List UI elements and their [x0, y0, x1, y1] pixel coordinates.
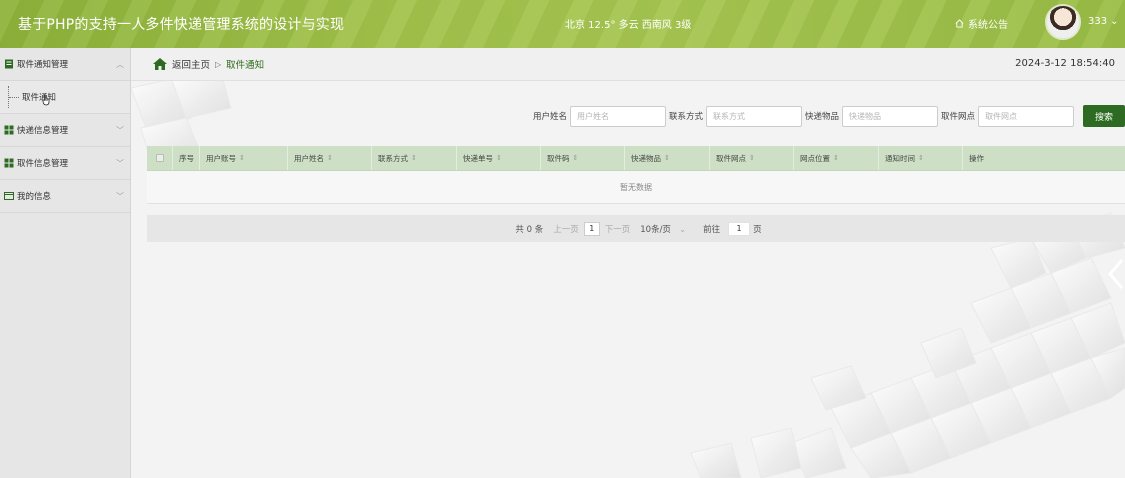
pagination: 共 0 条 上一页 1 下一页 10条/页 ⌄ 前往 1 页 — [147, 215, 1125, 242]
breadcrumb-current: 取件通知 — [226, 60, 265, 71]
sidebar: 取件通知管理 ︿ 取件通知 快递信息管理 ﹀ 取件信息管理 ﹀ 我的信息 ﹀ — [0, 48, 131, 478]
column-header-label: 通知时间 — [885, 153, 915, 163]
sort-icon[interactable]: ⇕ — [496, 154, 502, 162]
chevron-down-icon: ⌄ — [1110, 16, 1119, 27]
contact-label: 联系方式 — [669, 112, 704, 122]
sort-icon[interactable]: ⇕ — [573, 154, 579, 162]
pickup-point-input[interactable]: 取件网点 — [978, 105, 1075, 127]
weather-info: 北京 12.5° 多云 西南风 3级 — [565, 20, 692, 31]
sidebar-item-express-info-mgmt[interactable]: 快递信息管理 ﹀ — [0, 114, 130, 147]
avatar[interactable] — [1045, 4, 1081, 40]
column-header[interactable]: 取件网点 ⇕ — [710, 146, 794, 170]
sort-icon[interactable]: ⇕ — [918, 154, 924, 162]
document-icon — [5, 59, 13, 69]
column-header-label: 序号 — [179, 153, 194, 163]
home-notice-icon — [955, 19, 964, 28]
grid-icon — [4, 158, 14, 168]
system-notice-link[interactable]: 系统公告 — [955, 16, 1008, 31]
column-header: 序号 — [173, 146, 200, 170]
sort-icon[interactable]: ⇕ — [664, 154, 670, 162]
sort-icon[interactable]: ⇕ — [833, 154, 839, 162]
chevron-down-icon: ⌄ — [678, 224, 687, 235]
notice-label: 系统公告 — [968, 20, 1008, 31]
sort-icon[interactable]: ⇕ — [411, 154, 417, 162]
column-header[interactable]: 用户姓名 ⇕ — [288, 146, 372, 170]
chevron-down-icon: ﹀ — [116, 125, 124, 135]
hand-cursor-icon — [42, 95, 50, 106]
app-title: 基于PHP的支持一人多件快递管理系统的设计与实现 — [18, 17, 345, 33]
home-icon[interactable] — [153, 58, 167, 70]
sidebar-item-pickup-info-mgmt[interactable]: 取件信息管理 ﹀ — [0, 147, 130, 180]
item-input[interactable]: 快递物品 — [842, 105, 939, 127]
pickup-point-label: 取件网点 — [941, 112, 976, 122]
total-count: 共 0 条 — [515, 224, 544, 235]
column-header: 操作 — [963, 146, 1125, 170]
top-header: 基于PHP的支持一人多件快递管理系统的设计与实现 北京 12.5° 多云 西南风… — [0, 0, 1125, 48]
clock: 2024-3-12 18:54:40 — [1015, 58, 1115, 69]
user-name: 333 — [1088, 16, 1108, 27]
sidebar-subitem-pickup-notice[interactable]: 取件通知 — [0, 81, 130, 114]
column-header-label: 网点位置 — [800, 153, 830, 163]
chevron-left-icon[interactable] — [1106, 258, 1125, 290]
column-header-label: 取件网点 — [716, 153, 746, 163]
empty-state: 暂无数据 — [147, 171, 1125, 204]
search-form: 用户姓名 用户姓名 联系方式 联系方式 快递物品 快递物品 取件网点 取件网点 — [533, 105, 1077, 127]
contact-input[interactable]: 联系方式 — [706, 105, 803, 127]
column-header-label: 快递单号 — [463, 153, 493, 163]
column-header-label: 操作 — [969, 153, 984, 163]
main-content: 返回主页 ▷ 取件通知 2024-3-12 18:54:40 用户姓名 用户姓名… — [131, 48, 1125, 478]
tree-line — [8, 86, 20, 108]
column-header[interactable]: 快递单号 ⇕ — [457, 146, 541, 170]
sort-icon[interactable]: ⇕ — [327, 154, 333, 162]
column-header[interactable]: 快递物品 ⇕ — [625, 146, 710, 170]
item-label: 快递物品 — [805, 112, 840, 122]
sidebar-item-pickup-notice-mgmt[interactable]: 取件通知管理 ︿ — [0, 48, 130, 81]
sidebar-item-my-info[interactable]: 我的信息 ﹀ — [0, 180, 130, 213]
search-button[interactable]: 搜索 — [1083, 105, 1125, 127]
back-home-link[interactable]: 返回主页 — [172, 57, 210, 71]
select-all-checkbox[interactable] — [155, 154, 164, 162]
sidebar-item-label: 取件通知管理 — [17, 60, 69, 70]
column-header-label: 快递物品 — [631, 153, 661, 163]
data-table: 序号 用户账号 ⇕ 用户姓名 ⇕ 联系方式 ⇕ 快递单号 ⇕ 取件码 ⇕ 快递物品 ⇕ 取件… — [147, 146, 1125, 242]
sort-icon[interactable]: ⇕ — [239, 154, 245, 162]
column-header[interactable]: 用户账号 ⇕ — [200, 146, 288, 170]
user-menu[interactable]: 333 ⌄ — [1088, 16, 1118, 27]
select-all-cell — [147, 146, 173, 170]
goto-suffix: 页 — [753, 224, 762, 235]
username-label: 用户姓名 — [533, 112, 568, 122]
page-size-select[interactable]: 10条/页 ⌄ — [640, 223, 686, 235]
column-header-label: 联系方式 — [378, 153, 408, 163]
column-header-label: 用户姓名 — [294, 153, 324, 163]
username-input[interactable]: 用户姓名 — [570, 105, 667, 127]
column-header-label: 取件码 — [547, 153, 570, 163]
column-header[interactable]: 联系方式 ⇕ — [372, 146, 457, 170]
table-header: 序号 用户账号 ⇕ 用户姓名 ⇕ 联系方式 ⇕ 快递单号 ⇕ 取件码 ⇕ 快递物品 ⇕ 取件… — [147, 146, 1125, 171]
column-header-label: 用户账号 — [206, 153, 236, 163]
triangle-right-icon: ▷ — [215, 59, 222, 69]
chevron-down-icon: ﹀ — [116, 191, 124, 201]
breadcrumb: 返回主页 ▷ 取件通知 — [131, 48, 1125, 81]
sidebar-item-label: 我的信息 — [17, 192, 52, 202]
sidebar-item-label: 快递信息管理 — [17, 126, 69, 136]
column-header[interactable]: 取件码 ⇕ — [541, 146, 625, 170]
chevron-up-icon: ︿ — [116, 59, 124, 69]
page-number-1[interactable]: 1 — [583, 221, 600, 236]
goto-prefix: 前往 — [703, 224, 721, 235]
chevron-down-icon: ﹀ — [116, 158, 124, 168]
prev-page-button[interactable]: 上一页 — [553, 223, 579, 235]
sort-icon[interactable]: ⇕ — [749, 154, 755, 162]
page-size-label: 10条/页 — [640, 224, 671, 235]
id-card-icon — [4, 192, 14, 200]
grid-icon — [4, 125, 14, 135]
column-header[interactable]: 网点位置 ⇕ — [794, 146, 879, 170]
goto-page-input[interactable]: 1 — [728, 221, 751, 236]
next-page-button[interactable]: 下一页 — [605, 223, 631, 235]
sidebar-item-label: 取件信息管理 — [17, 159, 69, 169]
column-header[interactable]: 通知时间 ⇕ — [879, 146, 963, 170]
